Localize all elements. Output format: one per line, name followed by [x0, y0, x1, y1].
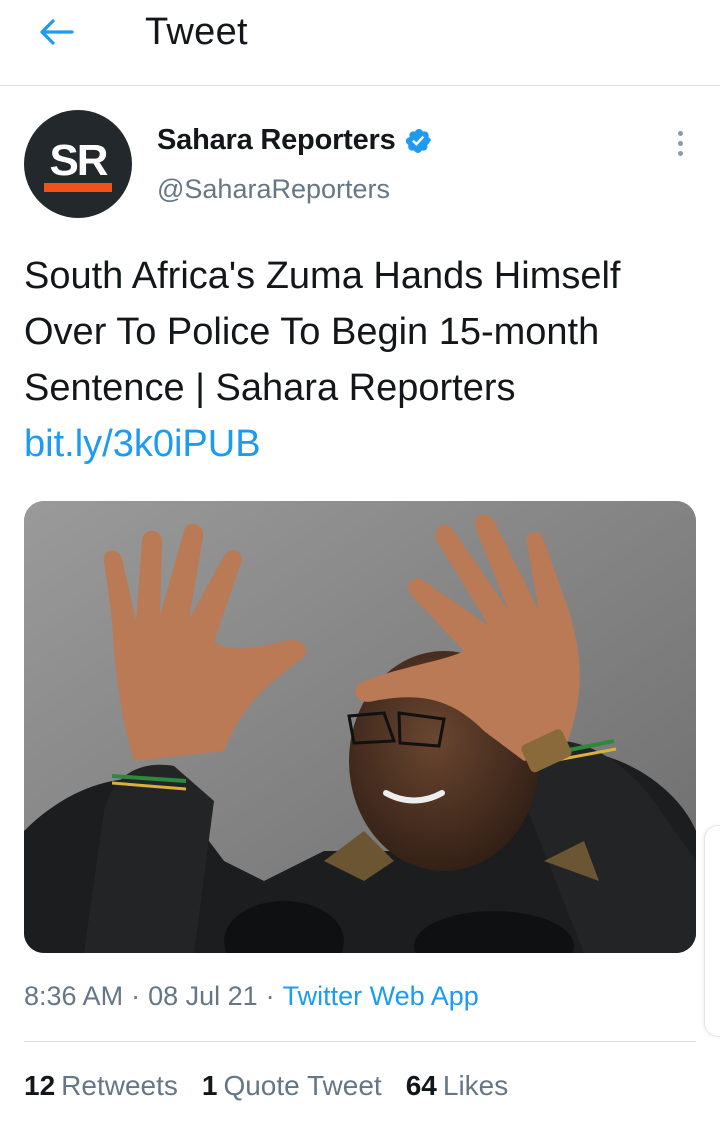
tweet-stats: 12 Retweets 1 Quote Tweet 64 Likes [24, 1070, 508, 1102]
photo-illustration [24, 501, 696, 953]
tweet-date: 08 Jul 21 [148, 981, 258, 1011]
retweets-label: Retweets [61, 1070, 178, 1101]
page-title: Tweet [145, 11, 248, 53]
tweet-link[interactable]: bit.ly/3k0iPUB [24, 423, 261, 465]
quotes-label: Quote Tweet [223, 1070, 382, 1101]
back-button[interactable] [28, 10, 84, 54]
author-handle[interactable]: @SaharaReporters [157, 174, 390, 205]
tweet-time: 8:36 AM [24, 981, 124, 1011]
author-name-row[interactable]: Sahara Reporters [157, 124, 433, 157]
divider [24, 1041, 696, 1042]
likes-label: Likes [442, 1070, 509, 1101]
likes-stat[interactable]: 64 Likes [406, 1070, 509, 1102]
tweet-text: South Africa's Zuma Hands Himself Over T… [24, 248, 696, 472]
more-dot [677, 130, 683, 136]
quotes-count: 1 [201, 1070, 218, 1101]
tweet-meta: 8:36 AM · 08 Jul 21 · Twitter Web App [24, 981, 479, 1012]
tweet-photo[interactable] [24, 501, 696, 953]
retweets-count: 12 [24, 1070, 56, 1101]
retweets-stat[interactable]: 12 Retweets [24, 1070, 178, 1102]
avatar-logo-text: SR [49, 136, 108, 185]
avatar-logo-bar [44, 183, 112, 192]
tweet-source-link[interactable]: Twitter Web App [283, 981, 479, 1011]
tweet-body: South Africa's Zuma Hands Himself Over T… [24, 255, 621, 409]
avatar[interactable]: SR [24, 110, 132, 218]
meta-separator: · [131, 981, 141, 1011]
author-name[interactable]: Sahara Reporters [157, 124, 396, 157]
edge-panel-handle[interactable] [704, 825, 720, 1037]
likes-count: 64 [405, 1070, 437, 1101]
meta-separator: · [265, 981, 275, 1011]
arrow-left-icon [40, 19, 74, 45]
top-bar: Tweet [0, 0, 720, 86]
more-dot [677, 140, 683, 146]
verified-badge-icon [405, 128, 431, 153]
more-options-button[interactable] [664, 125, 696, 161]
more-dot [677, 150, 683, 156]
quote-tweets-stat[interactable]: 1 Quote Tweet [202, 1070, 382, 1102]
